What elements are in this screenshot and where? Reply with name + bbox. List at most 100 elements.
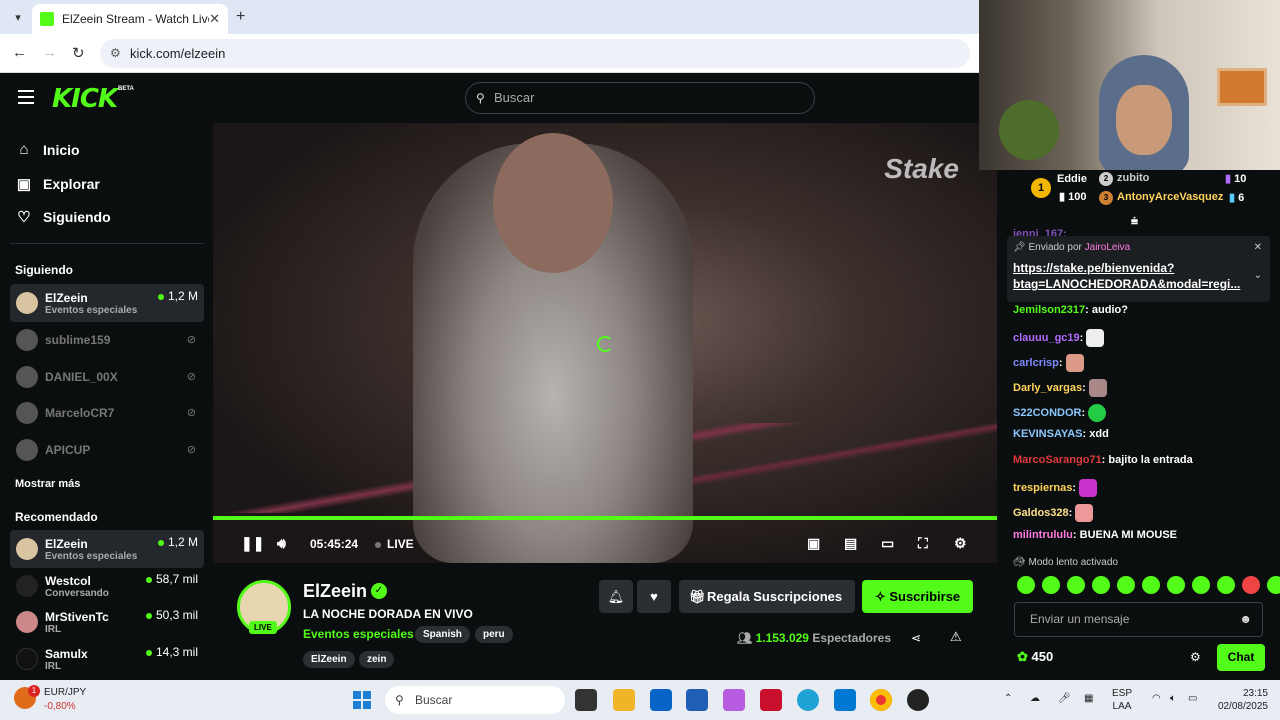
copilot-icon[interactable] <box>723 689 745 711</box>
task-view-icon[interactable] <box>575 689 597 711</box>
battery-icon[interactable]: ▭ <box>1188 693 1197 704</box>
emote-bar[interactable] <box>1017 576 1280 594</box>
clock[interactable]: 23:15 02/08/2025 <box>1218 687 1268 713</box>
collapse-icon[interactable]: ⩧ <box>1131 214 1138 229</box>
reload-icon[interactable]: ↻ <box>72 44 85 62</box>
url-field[interactable]: ⚙ kick.com/elzeein <box>100 39 970 68</box>
back-icon[interactable]: ← <box>12 44 27 61</box>
search-icon: ⚲ <box>476 91 485 105</box>
fullscreen-icon[interactable]: ⛶ <box>918 535 928 552</box>
pinned-link[interactable]: https://stake.pe/bienvenida?btag=LANOCHE… <box>1013 260 1264 292</box>
offline-icon: ⊘ <box>186 407 196 419</box>
chat-message: milintrululu: BUENA MI MOUSE <box>1013 529 1177 541</box>
ticker-symbol: EUR/JPY <box>44 687 87 698</box>
following-item[interactable]: MarceloCR7 ⊘ <box>10 394 204 432</box>
follow-heart-button[interactable]: ♥ <box>637 580 671 613</box>
search-placeholder: Buscar <box>494 90 535 105</box>
new-tab-button[interactable]: + <box>236 8 245 26</box>
report-icon[interactable]: ⚠ <box>950 629 962 645</box>
video-player[interactable]: Stake ❚❚ 🔊︎ 05:45:24 LIVE ▣ ▤ ▭ ⛶ ⚙ <box>213 123 997 563</box>
explore-icon: ▣ <box>16 176 32 193</box>
tag[interactable]: ElZeein <box>303 651 355 668</box>
live-indicator[interactable]: LIVE <box>375 537 414 551</box>
tag[interactable]: zein <box>359 651 395 668</box>
theater-mode-icon[interactable]: ▣ <box>807 535 820 552</box>
kick-logo[interactable]: KICK <box>52 84 118 114</box>
following-item[interactable]: DANIEL_00X ⊘ <box>10 358 204 396</box>
show-more-link[interactable]: Mostrar más <box>15 478 80 490</box>
store-icon[interactable] <box>834 689 856 711</box>
channel-name[interactable]: ElZeein <box>303 581 367 602</box>
gold-medal-icon: 1 <box>1031 178 1051 198</box>
progress-bar[interactable] <box>213 516 997 520</box>
volume-icon[interactable]: 🔈︎ <box>1170 693 1176 704</box>
following-item[interactable]: sublime159 ⊘ <box>10 321 204 359</box>
viewer-count: 50,3 mil <box>145 608 198 622</box>
nav-siguiendo[interactable]: ♡ Siguiendo <box>16 208 110 226</box>
chat-send-button[interactable]: Chat <box>1217 644 1265 671</box>
edge-icon[interactable] <box>797 689 819 711</box>
offline-icon: ⊘ <box>186 444 196 456</box>
nav-inicio[interactable]: ⌂ Inicio <box>16 141 79 158</box>
settings-icon[interactable]: ⚙ <box>954 535 967 552</box>
viewer-count: 58,7 mil <box>145 572 198 586</box>
outlook-icon[interactable] <box>650 689 672 711</box>
tag[interactable]: Spanish <box>415 626 470 643</box>
obs-icon[interactable] <box>907 689 929 711</box>
chevron-up-icon[interactable]: ⌃ <box>1004 693 1012 704</box>
recommended-item-mrstiventc[interactable]: MrStivenTc IRL 50,3 mil <box>10 603 204 641</box>
recommended-item-samulx[interactable]: Samulx IRL 14,3 mil <box>10 640 204 678</box>
viewer-count: 1,2 M <box>157 535 198 549</box>
browser-tab-bar: ▾ ElZeein Stream - Watch Live on ✕ + <box>0 0 979 34</box>
emoji-icon[interactable]: ☻ <box>1239 603 1252 636</box>
close-tab-icon[interactable]: ✕ <box>209 11 220 27</box>
browser-tab[interactable]: ElZeein Stream - Watch Live on ✕ <box>32 4 228 34</box>
file-explorer-icon[interactable] <box>613 689 635 711</box>
unpin-icon[interactable]: ✕ <box>1254 242 1262 253</box>
following-item[interactable]: APICUP ⊘ <box>10 431 204 469</box>
chrome-icon[interactable] <box>870 689 892 711</box>
taskbar-search[interactable]: ⚲ Buscar <box>385 686 565 714</box>
cloud-icon[interactable]: ☁ <box>1030 693 1040 704</box>
mic-icon[interactable]: 🎤︎ <box>1058 693 1071 704</box>
channel-category: Eventos especiales <box>45 550 138 562</box>
windows-taskbar: 1 EUR/JPY -0,80% ⚲ Buscar ⌃ ☁ 🎤︎ ▦ ESP LAA… <box>0 680 1280 720</box>
pip-icon[interactable]: ▭ <box>881 535 894 552</box>
clip-icon[interactable]: ▤ <box>844 535 857 552</box>
share-icon[interactable]: ⋖ <box>911 631 921 645</box>
pause-icon[interactable]: ❚❚ <box>241 535 264 552</box>
gift-subs-button[interactable]: 🎁︎ Regala Suscripciones <box>679 580 855 613</box>
pinned-message[interactable]: 📌︎ Enviado por JairoLeiva https://stake.… <box>1007 236 1270 302</box>
search-icon: ⚲ <box>395 693 404 707</box>
notification-bell-button[interactable]: 🔔︎ <box>599 580 633 613</box>
expand-icon[interactable]: ⌄ <box>1254 270 1262 281</box>
recommended-item-elzeein[interactable]: ElZeein Eventos especiales 1,2 M <box>10 530 204 568</box>
menu-icon[interactable] <box>18 90 34 104</box>
start-icon[interactable] <box>353 691 371 709</box>
search-input[interactable]: ⚲ Buscar <box>465 82 815 114</box>
recommended-title: Recomendado <box>15 510 98 524</box>
subscribe-button[interactable]: ✧ Suscribirse <box>862 580 973 613</box>
app-tray-icon[interactable]: ▦ <box>1084 693 1093 704</box>
mcafee-icon[interactable] <box>760 689 782 711</box>
tab-search-icon[interactable]: ▾ <box>8 8 28 28</box>
channel-name: Samulx <box>45 646 88 661</box>
channel-points[interactable]: ✿ 450 <box>1017 649 1053 665</box>
app-icon[interactable] <box>686 689 708 711</box>
tag[interactable]: peru <box>475 626 513 643</box>
channel-category: Conversando <box>45 587 109 599</box>
notification-badge: 1 <box>28 685 40 697</box>
chat-settings-icon[interactable]: ⚙ <box>1190 650 1201 664</box>
forward-icon[interactable]: → <box>42 44 57 61</box>
language-indicator[interactable]: ESP LAA <box>1112 687 1132 713</box>
following-item-elzeein[interactable]: ElZeein Eventos especiales 1,2 M <box>10 284 204 322</box>
chat-input[interactable]: Enviar un mensaje ☻ <box>1014 602 1263 637</box>
site-info-icon[interactable]: ⚙ <box>110 39 121 68</box>
nav-explorar[interactable]: ▣ Explorar <box>16 175 100 193</box>
volume-icon[interactable]: 🔊︎ <box>277 535 286 552</box>
recommended-item-westcol[interactable]: Westcol Conversando 58,7 mil <box>10 567 204 605</box>
stream-category[interactable]: Eventos especiales <box>303 627 414 641</box>
viewer-count: 14,3 mil <box>145 645 198 659</box>
avatar <box>16 292 38 314</box>
wifi-icon[interactable]: ◠ <box>1152 693 1161 704</box>
